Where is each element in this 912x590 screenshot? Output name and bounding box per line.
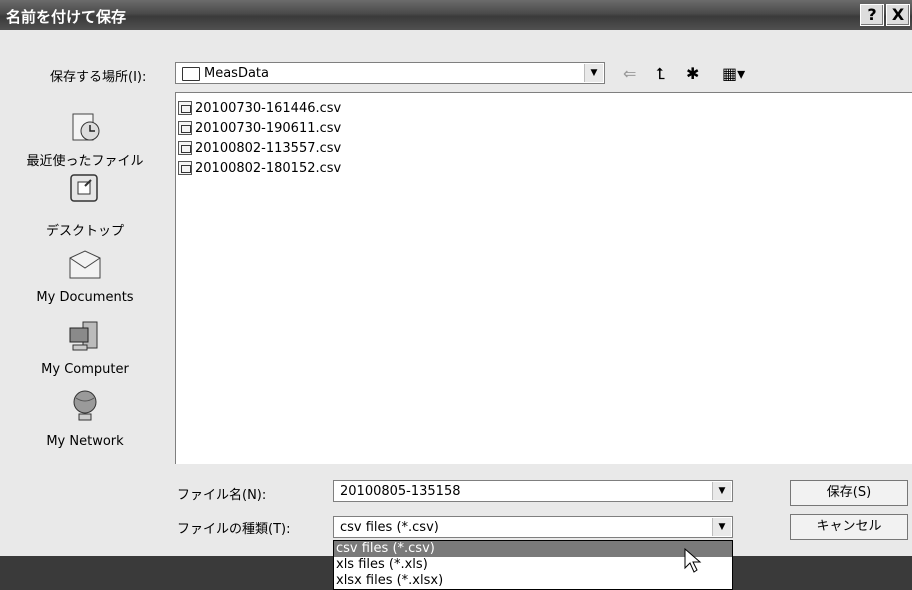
back-arrow-icon[interactable]: ⇐ xyxy=(623,64,636,83)
filetype-option[interactable]: csv files (*.csv) xyxy=(334,541,732,557)
csv-file-icon xyxy=(178,141,192,155)
csv-file-icon xyxy=(178,161,192,175)
close-button[interactable]: X xyxy=(886,4,910,26)
file-item[interactable]: 20100802-180152.csv xyxy=(178,158,341,178)
chevron-down-icon[interactable]: ▼ xyxy=(712,482,731,500)
filetype-value: csv files (*.csv) xyxy=(340,520,439,535)
place-label: デスクトップ xyxy=(45,224,124,239)
new-folder-icon[interactable]: ✱ xyxy=(686,64,699,83)
up-folder-icon[interactable]: ⮤ xyxy=(656,64,665,84)
help-button[interactable]: ? xyxy=(860,4,884,26)
filetype-select[interactable]: csv files (*.csv) ▼ xyxy=(333,516,733,538)
view-menu-icon[interactable]: ▦▾ xyxy=(722,64,745,83)
documents-folder-icon xyxy=(69,250,101,279)
network-globe-icon xyxy=(73,390,97,421)
save-as-dialog: 名前を付けて保存 ? X 保存する場所(I): MeasData ▼ ⇐ ⮤ ✱… xyxy=(0,0,912,556)
place-label: My Network xyxy=(46,434,124,449)
file-name: 20100802-113557.csv xyxy=(195,140,342,156)
chevron-down-icon[interactable]: ▼ xyxy=(584,64,603,82)
computer-icon xyxy=(69,321,98,351)
file-name: 20100730-161446.csv xyxy=(195,100,342,116)
file-name: 20100802-180152.csv xyxy=(195,160,342,176)
window-title: 名前を付けて保存 xyxy=(6,8,127,26)
desktop-icon xyxy=(70,174,98,202)
file-item[interactable]: 20100802-113557.csv xyxy=(178,138,341,158)
save-button[interactable]: 保存(S) xyxy=(790,480,908,506)
file-item[interactable]: 20100730-190611.csv xyxy=(178,118,341,138)
location-label: 保存する場所(I): xyxy=(50,70,147,85)
folder-icon xyxy=(182,67,200,81)
place-label: 最近使ったファイル xyxy=(26,154,144,169)
csv-file-icon xyxy=(178,101,192,115)
filetype-option[interactable]: xls files (*.xls) xyxy=(334,557,732,573)
location-value: MeasData xyxy=(204,66,269,81)
csv-file-icon xyxy=(178,121,192,135)
filetype-dropdown-list[interactable]: csv files (*.csv) xls files (*.xls) xlsx… xyxy=(333,540,733,590)
mouse-cursor-icon xyxy=(684,548,702,573)
filetype-option[interactable]: xlsx files (*.xlsx) xyxy=(334,573,732,589)
place-label: My Computer xyxy=(41,362,129,377)
location-combo[interactable]: MeasData ▼ xyxy=(175,62,605,84)
filename-input[interactable]: 20100805-135158 ▼ xyxy=(333,480,733,502)
recent-files-icon xyxy=(72,113,100,141)
place-label: My Documents xyxy=(36,290,134,305)
chevron-down-icon[interactable]: ▼ xyxy=(712,518,731,536)
cancel-button[interactable]: キャンセル xyxy=(790,514,908,540)
filetype-label: ファイルの種類(T): xyxy=(177,522,291,537)
file-list[interactable]: 20100730-161446.csv 20100730-190611.csv … xyxy=(175,92,912,464)
file-name: 20100730-190611.csv xyxy=(195,120,342,136)
filename-label: ファイル名(N): xyxy=(177,488,267,503)
file-item[interactable]: 20100730-161446.csv xyxy=(178,98,341,118)
filename-value: 20100805-135158 xyxy=(340,484,461,499)
title-bar: 名前を付けて保存 ? X xyxy=(0,0,912,30)
